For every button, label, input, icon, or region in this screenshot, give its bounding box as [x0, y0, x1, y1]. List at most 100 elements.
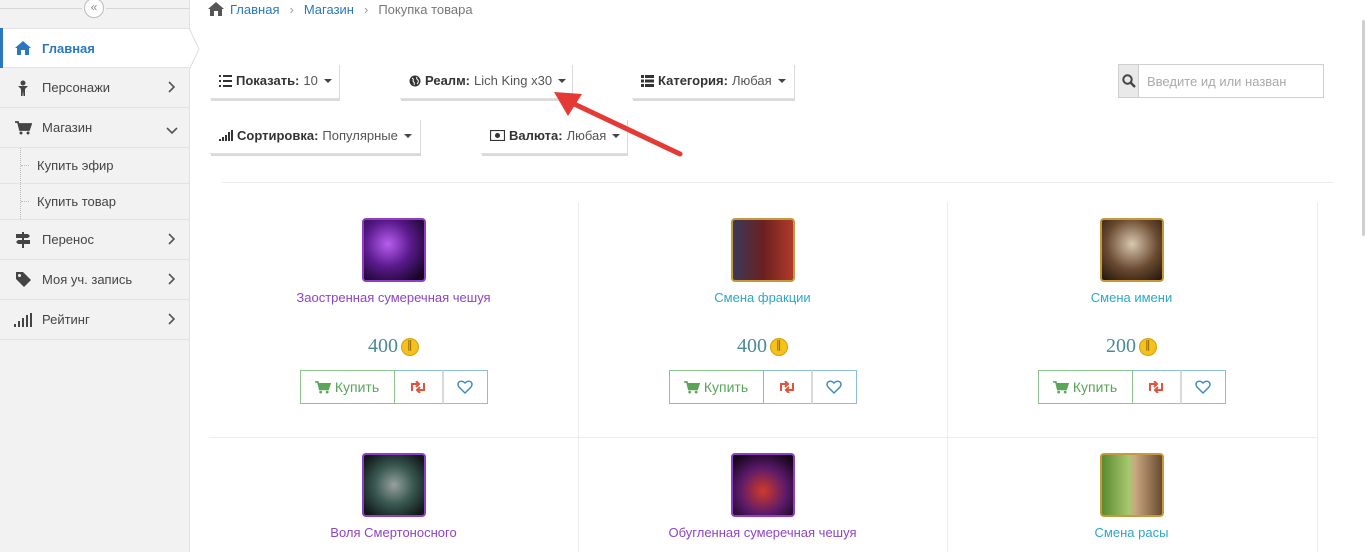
search-button[interactable] — [1119, 65, 1139, 97]
sidebar-item-label: Магазин — [42, 120, 93, 135]
product-actions: Купить — [947, 370, 1316, 404]
grid-divider — [1317, 202, 1318, 552]
sidebar-collapse-button[interactable]: « — [84, 0, 104, 18]
compare-button[interactable] — [763, 370, 812, 404]
chevron-right-icon: › — [363, 1, 369, 17]
product-card: Смена фракции 400 Купить — [578, 218, 947, 404]
product-price: 400 — [209, 335, 578, 358]
show-count-dropdown[interactable]: Показать: 10 — [210, 63, 339, 99]
chevron-right-icon — [168, 81, 176, 96]
sidebar-item-rating[interactable]: Рейтинг — [0, 300, 190, 340]
breadcrumb-shop-link[interactable]: Магазин — [304, 2, 354, 17]
product-image[interactable] — [730, 453, 795, 517]
product-image[interactable] — [730, 218, 795, 282]
product-price: 400 — [578, 335, 947, 358]
product-image[interactable] — [1099, 218, 1164, 282]
search-input[interactable] — [1139, 65, 1323, 97]
breadcrumb-current: Покупка товара — [378, 1, 473, 17]
sidebar-item-label: Купить эфир — [37, 158, 114, 173]
sidebar-item-label: Перенос — [42, 232, 94, 247]
list-icon — [219, 74, 232, 87]
product-card: Воля Смертоносного — [209, 453, 578, 540]
product-name[interactable]: Воля Смертоносного — [209, 525, 578, 540]
compare-button[interactable] — [1132, 370, 1181, 404]
favorite-button[interactable] — [442, 370, 488, 404]
cart-icon — [314, 380, 331, 394]
sidebar-item-label: Рейтинг — [42, 312, 90, 327]
divider — [222, 182, 1334, 183]
caret-down-icon — [403, 133, 412, 138]
retweet-icon — [778, 381, 796, 393]
sidebar-item-label: Моя уч. запись — [42, 272, 133, 287]
product-name[interactable]: Смена фракции — [578, 290, 947, 305]
breadcrumb-home-link[interactable]: Главная — [230, 2, 279, 17]
filter-label: Сортировка: — [237, 128, 319, 143]
product-card: Смена имени 200 Купить — [947, 218, 1316, 404]
heart-icon — [1195, 380, 1211, 394]
sort-dropdown[interactable]: Сортировка: Популярные — [210, 118, 420, 154]
product-name[interactable]: Заостренная сумеречная чешуя — [209, 290, 578, 305]
cart-icon — [683, 380, 700, 394]
home-icon — [13, 41, 33, 55]
cart-icon — [1052, 380, 1069, 394]
scrollbar[interactable] — [1362, 20, 1365, 236]
chevron-right-icon — [168, 313, 176, 328]
product-actions: Купить — [209, 370, 578, 404]
product-card: Заостренная сумеречная чешуя 400 Купить — [209, 218, 578, 404]
price-value: 400 — [737, 335, 767, 357]
filter-label: Реалм: — [425, 73, 471, 88]
filter-value: Любая — [731, 73, 772, 88]
favorite-button[interactable] — [811, 370, 857, 404]
sidebar-item-transfer[interactable]: Перенос — [0, 220, 190, 260]
signal-icon — [13, 312, 33, 327]
home-icon[interactable] — [208, 2, 224, 16]
tag-icon — [13, 272, 33, 287]
sidebar-subitem-buy-item[interactable]: Купить товар — [0, 184, 190, 220]
chevron-right-icon: › — [289, 1, 294, 17]
product-image[interactable] — [361, 218, 426, 282]
buy-button[interactable]: Купить — [668, 370, 764, 404]
product-image[interactable] — [361, 453, 426, 517]
signal-icon — [219, 130, 233, 141]
chevron-right-icon — [168, 273, 176, 288]
sidebar-nav: Главная Персонажи Магазин Купить эфир Ку… — [0, 28, 200, 340]
product-actions: Купить — [578, 370, 947, 404]
active-item-arrow — [189, 28, 200, 70]
chevron-down-icon — [166, 123, 178, 138]
signpost-icon — [13, 231, 33, 248]
sidebar-item-account[interactable]: Моя уч. запись — [0, 260, 190, 300]
buy-button[interactable]: Купить — [1037, 370, 1133, 404]
filter-value: 10 — [303, 73, 318, 88]
product-name[interactable]: Смена имени — [947, 290, 1316, 305]
grid-divider — [209, 437, 1317, 438]
search-icon — [1121, 74, 1136, 88]
sidebar-item-home[interactable]: Главная — [0, 28, 200, 68]
cart-icon — [13, 120, 33, 135]
buy-label: Купить — [1072, 379, 1118, 395]
caret-down-icon — [323, 78, 332, 83]
divider — [0, 8, 82, 9]
sidebar-item-characters[interactable]: Персонажи — [0, 68, 190, 108]
product-image[interactable] — [1099, 453, 1164, 517]
favorite-button[interactable] — [1180, 370, 1226, 404]
divider — [106, 8, 189, 9]
product-card: Обугленная сумеречная чешуя — [578, 453, 947, 540]
product-name[interactable]: Смена расы — [947, 525, 1316, 540]
price-value: 200 — [1106, 335, 1136, 357]
filter-label: Показать: — [236, 73, 300, 88]
heart-icon — [826, 380, 842, 394]
sidebar-subitem-buy-ether[interactable]: Купить эфир — [0, 148, 190, 184]
coin-icon — [1139, 337, 1157, 356]
caret-down-icon — [777, 78, 786, 83]
retweet-icon — [409, 381, 427, 393]
search-box — [1118, 64, 1324, 98]
filter-value: Популярные — [322, 128, 398, 143]
buy-button[interactable]: Купить — [299, 370, 395, 404]
sidebar: « Главная Персонажи Магазин Купить эфир … — [0, 0, 200, 552]
compare-button[interactable] — [394, 370, 443, 404]
sidebar-item-label: Купить товар — [37, 194, 116, 209]
buy-label: Купить — [703, 379, 749, 395]
product-name[interactable]: Обугленная сумеречная чешуя — [578, 525, 947, 540]
sidebar-item-label: Главная — [42, 40, 95, 56]
sidebar-item-shop[interactable]: Магазин — [0, 108, 190, 148]
